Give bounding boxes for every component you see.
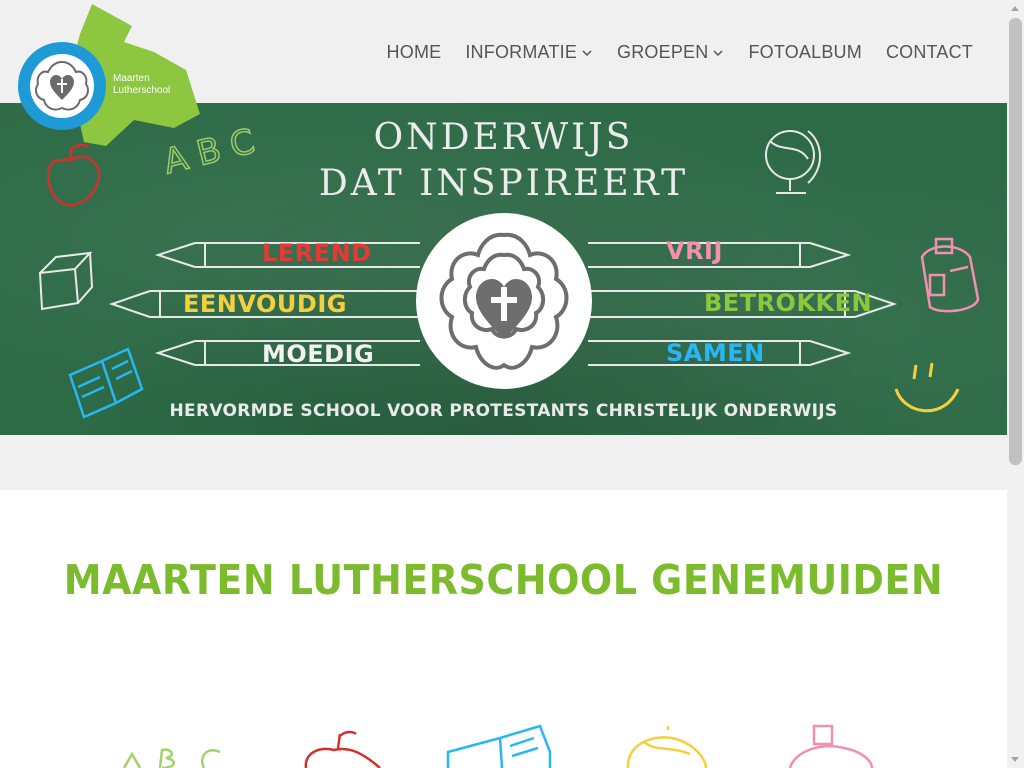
- nav-informatie[interactable]: INFORMATIE: [465, 42, 593, 63]
- globe-icon: [626, 726, 708, 768]
- word-eenvoudig: EENVOUDIG: [183, 290, 347, 318]
- scroll-up-icon[interactable]: [1011, 6, 1019, 11]
- nav-home-label: HOME: [386, 42, 442, 62]
- nav-fotoalbum-label: FOTOALBUM: [748, 42, 862, 62]
- backpack-icon: [788, 724, 874, 768]
- site-header: Maarten Lutherschool HOME INFORMATIE GRO…: [0, 0, 1007, 146]
- divider-strip: [0, 435, 1007, 490]
- nav-fotoalbum[interactable]: FOTOALBUM: [748, 42, 861, 63]
- bottom-doodles: [122, 724, 874, 768]
- apple-icon: [304, 730, 381, 768]
- luther-rose-icon: [30, 54, 94, 118]
- nav-groepen[interactable]: GROEPEN: [617, 42, 724, 63]
- nav-informatie-label: INFORMATIE: [465, 42, 578, 62]
- scrollbar-thumb[interactable]: [1009, 18, 1022, 465]
- scroll-down-icon[interactable]: [1011, 757, 1019, 762]
- luther-rose-icon: [439, 232, 569, 370]
- nav-groepen-label: GROEPEN: [617, 42, 709, 62]
- word-lerend: LEREND: [262, 239, 372, 267]
- chevron-down-icon: [582, 49, 592, 56]
- backpack-icon: [920, 237, 980, 313]
- logo-line2: Lutherschool: [113, 85, 171, 96]
- banner-title-line2: DAT INSPIREERT: [318, 163, 689, 204]
- word-betrokken: BETROKKEN: [704, 289, 873, 317]
- page-title: MAARTEN LUTHERSCHOOL GENEMUIDEN: [63, 556, 944, 604]
- chevron-down-icon: [713, 49, 723, 56]
- nav-contact[interactable]: CONTACT: [886, 42, 973, 63]
- abc-icon: [122, 748, 221, 768]
- banner-footer-text: HERVORMDE SCHOOL VOOR PROTESTANTS CHRIST…: [169, 401, 838, 421]
- book-icon: [446, 724, 552, 768]
- word-moedig: MOEDIG: [262, 340, 375, 368]
- main-nav: HOME INFORMATIE GROEPEN FOTOALBUM CONTAC…: [387, 42, 973, 63]
- nav-home[interactable]: HOME: [387, 42, 442, 63]
- logo-text: Maarten Lutherschool: [113, 73, 170, 97]
- nav-contact-label: CONTACT: [885, 42, 973, 62]
- word-vrij: VRIJ: [666, 237, 723, 265]
- page-scrollbar[interactable]: [1007, 0, 1024, 768]
- site-logo[interactable]: Maarten Lutherschool: [14, 4, 204, 154]
- word-samen: SAMEN: [666, 339, 765, 367]
- logo-line1: Maarten: [113, 73, 150, 84]
- cube-icon: [38, 251, 94, 311]
- luther-rose-emblem: [416, 213, 592, 389]
